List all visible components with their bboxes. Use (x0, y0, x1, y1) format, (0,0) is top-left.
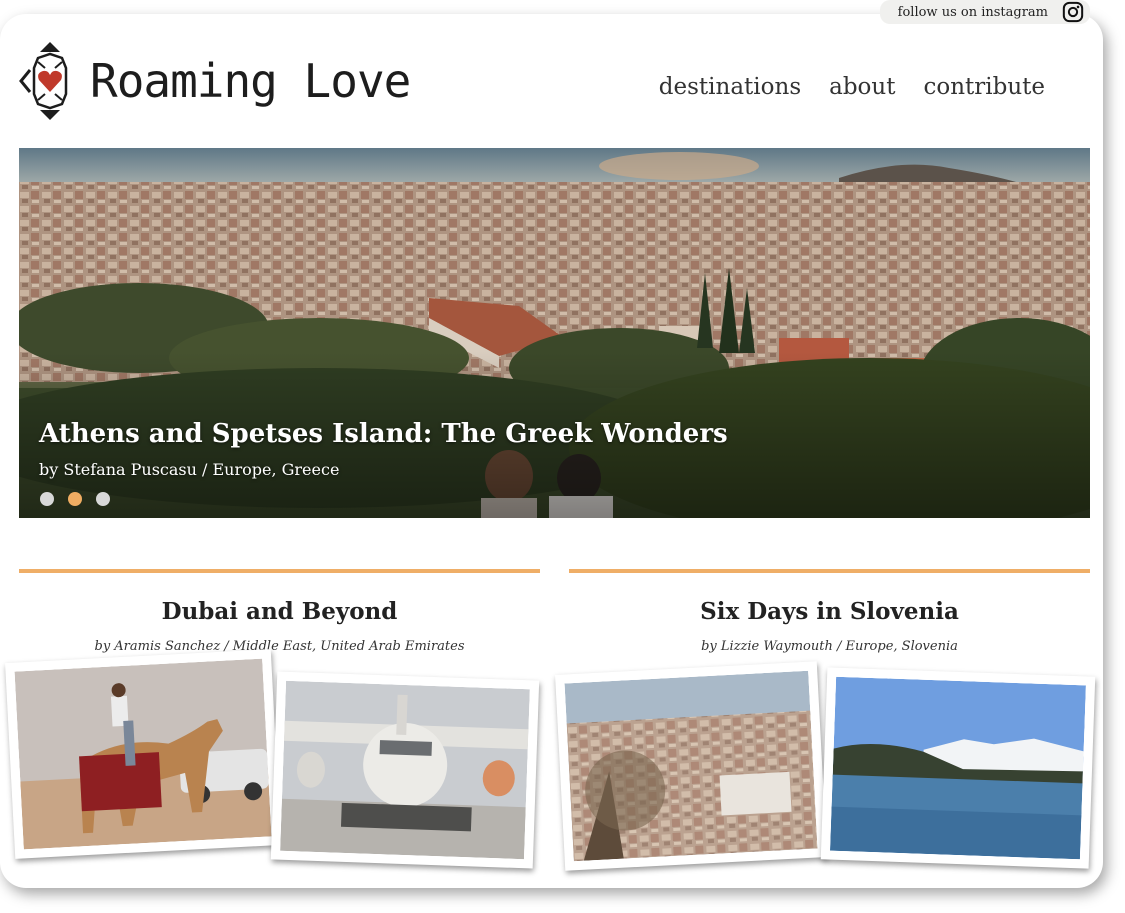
photo-lake-bled[interactable] (820, 667, 1096, 869)
airplane-image (280, 680, 530, 860)
ljubljana-image (564, 670, 818, 862)
photo-ljubljana[interactable] (555, 661, 827, 871)
slider-dot-1[interactable] (40, 492, 54, 506)
nav-about[interactable]: about (829, 74, 895, 100)
post-title[interactable]: Six Days in Slovenia (569, 598, 1090, 625)
post-card-dubai[interactable]: Dubai and Beyond by Aramis Sanchez / Mid… (19, 569, 540, 654)
slider-dot-2[interactable] (68, 492, 82, 506)
post-byline: by Aramis Sanchez / Middle East, United … (94, 639, 465, 654)
main-nav: destinations about contribute (659, 74, 1045, 100)
photo-camel[interactable] (5, 649, 281, 859)
post-byline: by Lizzie Waymouth / Europe, Slovenia (701, 639, 958, 654)
post-divider (19, 569, 540, 573)
site-logo[interactable]: Roaming Love (18, 40, 411, 122)
hero-title[interactable]: Athens and Spetses Island: The Greek Won… (39, 419, 728, 449)
post-card-slovenia[interactable]: Six Days in Slovenia by Lizzie Waymouth … (569, 569, 1090, 654)
hero-slider[interactable]: Athens and Spetses Island: The Greek Won… (19, 148, 1090, 518)
page-card: Roaming Love destinations about contribu… (0, 14, 1103, 888)
nav-destinations[interactable]: destinations (659, 74, 801, 100)
slider-dots (40, 492, 110, 506)
hero-byline: by Stefana Puscasu / Europe, Greece (39, 460, 340, 479)
lake-bled-image (830, 676, 1086, 860)
logo-text: Roaming Love (90, 54, 411, 108)
instagram-link[interactable]: follow us on instagram (880, 0, 1090, 24)
camel-image (14, 658, 272, 850)
slider-dot-3[interactable] (96, 492, 110, 506)
nav-contribute[interactable]: contribute (923, 74, 1045, 100)
post-divider (569, 569, 1090, 573)
compass-heart-icon (19, 42, 68, 120)
post-title[interactable]: Dubai and Beyond (19, 598, 540, 625)
instagram-label: follow us on instagram (897, 4, 1048, 20)
instagram-icon[interactable] (1062, 1, 1084, 23)
photo-airplane[interactable] (270, 671, 540, 869)
